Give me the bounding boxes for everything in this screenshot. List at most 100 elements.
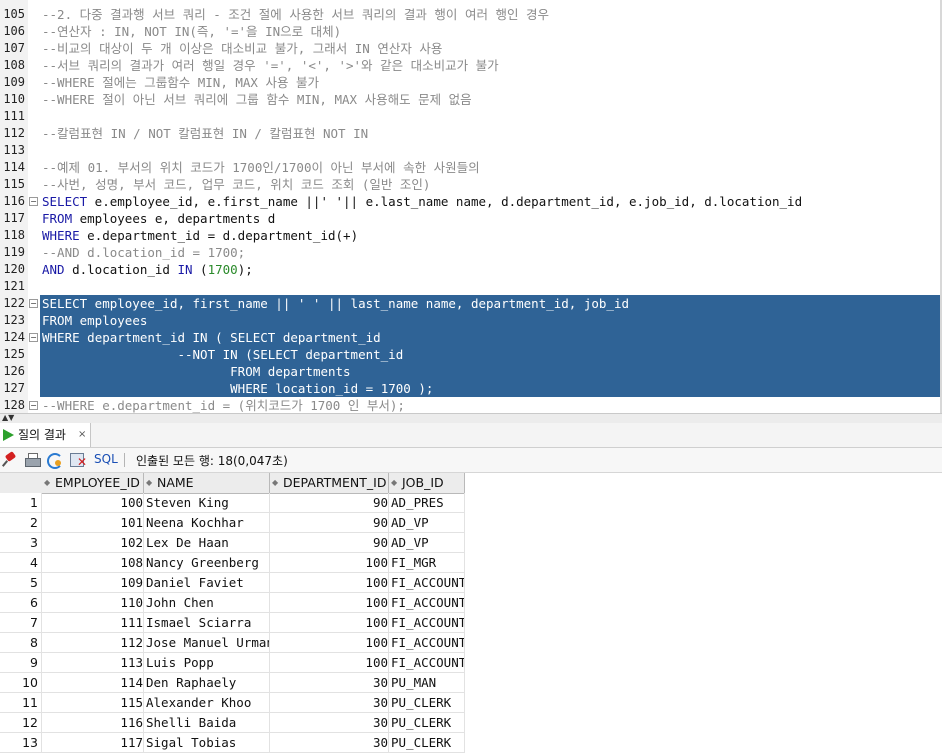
cell-job-id[interactable]: PU_CLERK [389, 713, 465, 733]
code-line[interactable]: 110 --WHERE 절이 아닌 서브 쿼리에 그룹 함수 MIN, MAX 사… [0, 91, 942, 108]
refresh-icon[interactable] [46, 452, 63, 469]
cell-employee-id[interactable]: 102 [42, 533, 144, 553]
cell-name[interactable]: Luis Popp [144, 653, 270, 673]
code-line[interactable]: 122− SELECT employee_id, first_name || ' … [0, 295, 942, 312]
column-header-employee-id[interactable]: ◆ EMPLOYEE_ID [42, 473, 144, 494]
cell-department-id[interactable]: 90 [270, 533, 389, 553]
cell-job-id[interactable]: FI_ACCOUNT [389, 633, 465, 653]
cancel-fetch-icon[interactable]: ✕ [70, 452, 87, 468]
table-row[interactable]: 9 113 Luis Popp 100 FI_ACCOUNT [0, 653, 465, 673]
code-line[interactable]: 109 --WHERE 절에는 그룹함수 MIN, MAX 사용 불가 [0, 74, 942, 91]
sort-icon[interactable]: ◆ [391, 473, 401, 493]
close-tab-icon[interactable]: × [78, 423, 86, 447]
cell-name[interactable]: Nancy Greenberg [144, 553, 270, 573]
code-line[interactable]: 123 FROM employees [0, 312, 942, 329]
sql-editor[interactable]: 105 --2. 다중 결과행 서브 쿼리 - 조건 절에 사용한 서브 쿼리의 … [0, 0, 942, 413]
sort-icon[interactable]: ◆ [44, 473, 54, 493]
cell-name[interactable]: Ismael Sciarra [144, 613, 270, 633]
cell-employee-id[interactable]: 109 [42, 573, 144, 593]
cell-job-id[interactable]: PU_CLERK [389, 733, 465, 753]
cell-name[interactable]: Sigal Tobias [144, 733, 270, 753]
cell-employee-id[interactable]: 116 [42, 713, 144, 733]
cell-job-id[interactable]: PU_CLERK [389, 693, 465, 713]
cell-department-id[interactable]: 30 [270, 733, 389, 753]
cell-name[interactable]: Lex De Haan [144, 533, 270, 553]
cell-employee-id[interactable]: 110 [42, 593, 144, 613]
table-row[interactable]: 8 112 Jose Manuel Urman 100 FI_ACCOUNT [0, 633, 465, 653]
cell-department-id[interactable]: 30 [270, 713, 389, 733]
code-line[interactable]: 114 --예제 01. 부서의 위치 코드가 1700인/1700이 아닌 부서… [0, 159, 942, 176]
table-row[interactable]: 10 114 Den Raphaely 30 PU_MAN [0, 673, 465, 693]
cell-name[interactable]: Steven King [144, 493, 270, 513]
table-row[interactable]: 1 100 Steven King 90 AD_PRES [0, 493, 465, 513]
fold-toggle-icon[interactable]: − [29, 299, 38, 308]
table-row[interactable]: 7 111 Ismael Sciarra 100 FI_ACCOUNT [0, 613, 465, 633]
column-header-name[interactable]: ◆ NAME [144, 473, 270, 494]
tab-query-result[interactable]: 질의 결과 × [0, 423, 91, 447]
cell-department-id[interactable]: 100 [270, 593, 389, 613]
cell-department-id[interactable]: 100 [270, 553, 389, 573]
code-line[interactable]: 128− --WHERE e.department_id = (위치코드가 170… [0, 397, 942, 413]
sort-icon[interactable]: ◆ [272, 473, 282, 493]
cell-department-id[interactable]: 100 [270, 613, 389, 633]
code-line[interactable]: 111 [0, 108, 942, 125]
code-line[interactable]: 118 WHERE e.department_id = d.department_… [0, 227, 942, 244]
cell-name[interactable]: Alexander Khoo [144, 693, 270, 713]
cell-name[interactable]: John Chen [144, 593, 270, 613]
code-line[interactable]: 113 [0, 142, 942, 159]
code-line[interactable]: 112 --칼럼표현 IN / NOT 칼럼표현 IN / 칼럼표현 NOT IN [0, 125, 942, 142]
code-line[interactable]: 106 --연산자 : IN, NOT IN(즉, '='을 IN으로 대체) [0, 23, 942, 40]
cell-job-id[interactable]: FI_ACCOUNT [389, 573, 465, 593]
table-row[interactable]: 13 117 Sigal Tobias 30 PU_CLERK [0, 733, 465, 753]
code-line[interactable]: 125 --NOT IN (SELECT department_id [0, 346, 942, 363]
cell-department-id[interactable]: 30 [270, 673, 389, 693]
cell-employee-id[interactable]: 100 [42, 493, 144, 513]
cell-department-id[interactable]: 30 [270, 693, 389, 713]
cell-employee-id[interactable]: 112 [42, 633, 144, 653]
cell-job-id[interactable]: AD_VP [389, 513, 465, 533]
code-line[interactable]: 121 [0, 278, 942, 295]
table-row[interactable]: 5 109 Daniel Faviet 100 FI_ACCOUNT [0, 573, 465, 593]
cell-department-id[interactable]: 100 [270, 573, 389, 593]
cell-job-id[interactable]: FI_ACCOUNT [389, 593, 465, 613]
code-line[interactable]: 126 FROM departments [0, 363, 942, 380]
cell-job-id[interactable]: FI_ACCOUNT [389, 653, 465, 673]
cell-department-id[interactable]: 100 [270, 633, 389, 653]
table-row[interactable]: 11 115 Alexander Khoo 30 PU_CLERK [0, 693, 465, 713]
table-row[interactable]: 6 110 John Chen 100 FI_ACCOUNT [0, 593, 465, 613]
cell-employee-id[interactable]: 115 [42, 693, 144, 713]
sort-icon[interactable]: ◆ [146, 473, 156, 493]
cell-employee-id[interactable]: 113 [42, 653, 144, 673]
table-row[interactable]: 3 102 Lex De Haan 90 AD_VP [0, 533, 465, 553]
table-row[interactable]: 4 108 Nancy Greenberg 100 FI_MGR [0, 553, 465, 573]
cell-department-id[interactable]: 90 [270, 513, 389, 533]
code-line[interactable]: 107 --비교의 대상이 두 개 이상은 대소비교 불가, 그래서 IN 연산자… [0, 40, 942, 57]
code-line[interactable]: 115 --사번, 성명, 부서 코드, 업무 코드, 위치 코드 조회 (일반 … [0, 176, 942, 193]
cell-job-id[interactable]: AD_PRES [389, 493, 465, 513]
cell-department-id[interactable]: 90 [270, 493, 389, 513]
column-header-job-id[interactable]: ◆ JOB_ID [389, 473, 465, 494]
cell-employee-id[interactable]: 117 [42, 733, 144, 753]
cell-job-id[interactable]: PU_MAN [389, 673, 465, 693]
fold-toggle-icon[interactable]: − [29, 197, 38, 206]
results-grid[interactable]: ◆ EMPLOYEE_ID ◆ NAME ◆ DEPARTMENT_ID ◆ JOB_I… [0, 473, 942, 756]
print-icon[interactable] [24, 452, 41, 468]
code-line[interactable]: 119 --AND d.location_id = 1700; [0, 244, 942, 261]
pin-icon[interactable] [1, 451, 18, 468]
column-header-department-id[interactable]: ◆ DEPARTMENT_ID [270, 473, 389, 494]
sql-button[interactable]: SQL [94, 452, 118, 466]
cell-name[interactable]: Shelli Baida [144, 713, 270, 733]
code-line[interactable]: 124− WHERE department_id IN ( SELECT depa… [0, 329, 942, 346]
cell-name[interactable]: Neena Kochhar [144, 513, 270, 533]
code-line[interactable]: 127 WHERE location_id = 1700 ); [0, 380, 942, 397]
table-row[interactable]: 12 116 Shelli Baida 30 PU_CLERK [0, 713, 465, 733]
code-line[interactable]: 117 FROM employees e, departments d [0, 210, 942, 227]
cell-job-id[interactable]: FI_MGR [389, 553, 465, 573]
cell-employee-id[interactable]: 101 [42, 513, 144, 533]
collapse-arrows-icon[interactable]: ▲▼ [2, 413, 14, 422]
table-row[interactable]: 2 101 Neena Kochhar 90 AD_VP [0, 513, 465, 533]
cell-name[interactable]: Daniel Faviet [144, 573, 270, 593]
cell-employee-id[interactable]: 114 [42, 673, 144, 693]
cell-department-id[interactable]: 100 [270, 653, 389, 673]
code-line[interactable]: 108 --서브 쿼리의 결과가 여러 행일 경우 '=', '<', '>'와 … [0, 57, 942, 74]
